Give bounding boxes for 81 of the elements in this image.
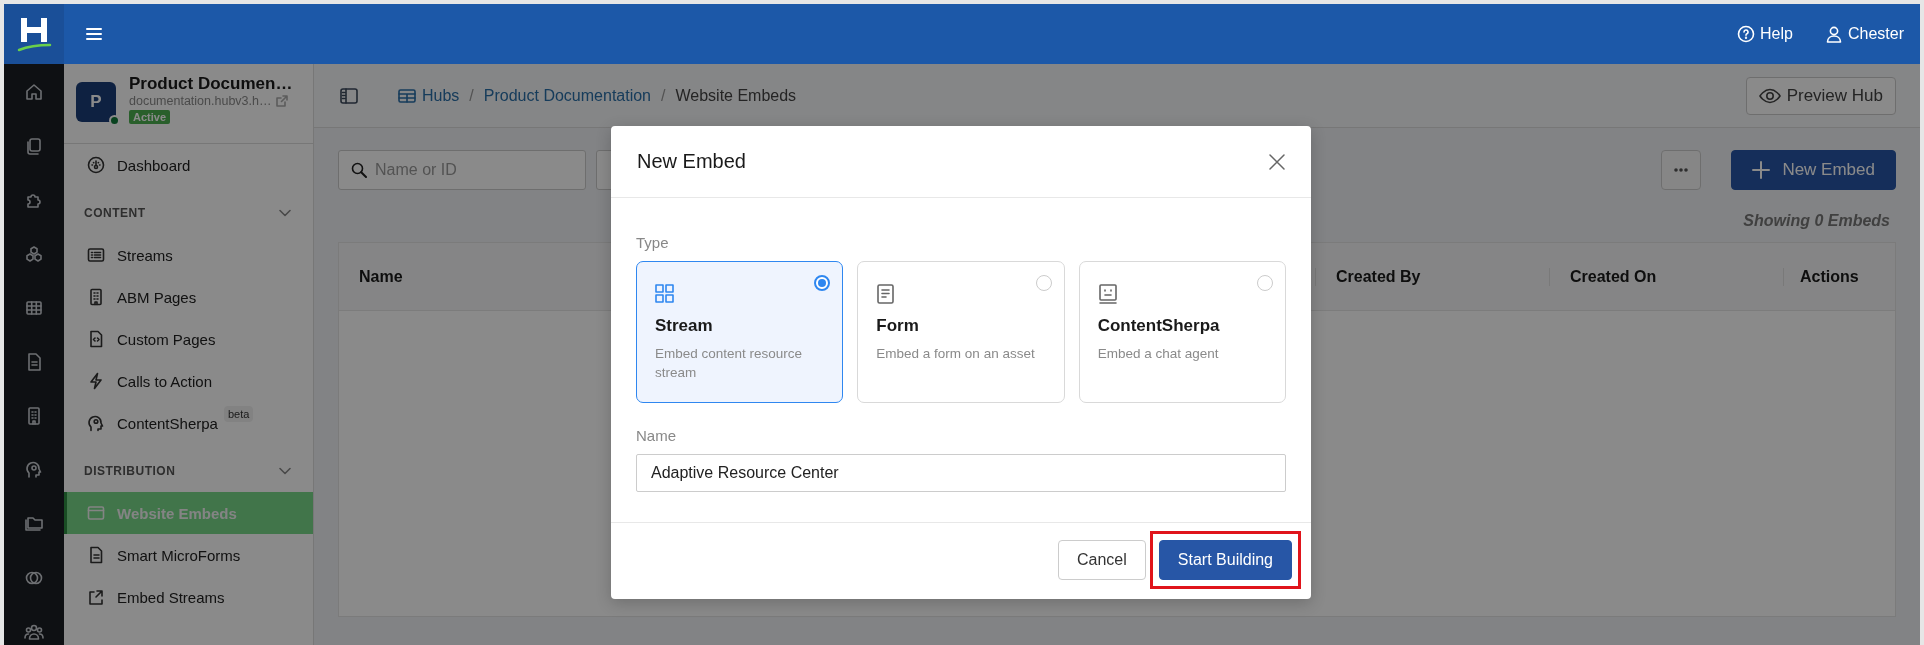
column-header: Name (359, 267, 403, 285)
head-icon (24, 460, 44, 480)
cancel-button[interactable]: Cancel (1058, 540, 1146, 580)
eye-icon (1758, 87, 1781, 104)
modal-title: New Embed (637, 150, 746, 173)
list-icon (87, 246, 105, 264)
grid-icon (655, 284, 675, 304)
preview-hub-button[interactable]: Preview Hub (1745, 76, 1896, 115)
help-link[interactable]: Help (1737, 25, 1793, 43)
building-icon (87, 288, 105, 306)
cubes-icon (24, 244, 44, 264)
option-description: Embed content resource stream (655, 345, 804, 382)
folder-icon (24, 514, 44, 534)
sidebar-item[interactable]: Smart MicroForms (64, 534, 313, 576)
type-option-card[interactable]: Form Embed a form on an asset (857, 261, 1065, 403)
grid-icon (24, 298, 44, 318)
share-icon (87, 588, 105, 606)
plus-icon (1752, 161, 1771, 179)
option-title: ContentSherpa (1097, 316, 1221, 336)
gauge-icon (87, 156, 105, 174)
sidebar-item[interactable]: Embed Streams (64, 576, 313, 618)
name-input[interactable]: Adaptive Resource Center (636, 454, 1286, 492)
collapse-toggle[interactable] (277, 465, 293, 477)
sidebar-icon (340, 87, 358, 104)
ellipsis-icon (1674, 168, 1689, 172)
radio-button[interactable] (814, 275, 831, 291)
type-option-card[interactable]: ContentSherpa Embed a chat agent (1078, 261, 1286, 403)
close-icon (1269, 153, 1285, 170)
start-building-button[interactable]: Start Building (1158, 540, 1292, 580)
column-header: Actions (1800, 267, 1859, 285)
breadcrumb-separator: / (469, 86, 474, 105)
option-description: Embed a chat agent (1097, 345, 1220, 363)
chevron-icon (279, 209, 291, 217)
hub-title: Product Documen… (129, 74, 293, 94)
column-header: Created On (1570, 267, 1657, 285)
field-label: Name (636, 427, 677, 444)
head-gear-icon (87, 414, 105, 432)
radio-button[interactable] (1257, 275, 1273, 291)
lightning-icon (87, 372, 105, 390)
column-header: Created By (1336, 267, 1421, 285)
home-icon (24, 82, 44, 102)
window-icon (87, 504, 105, 522)
sidebar-item[interactable]: Streams (64, 234, 313, 276)
option-title: Stream (655, 316, 714, 336)
sidebar-item[interactable]: Calls to Action (64, 360, 313, 402)
table-icon (398, 88, 416, 103)
user-icon (1824, 25, 1843, 43)
type-option-card[interactable]: Stream Embed content resource stream (636, 261, 844, 403)
option-description: Embed a form on an asset (876, 345, 1036, 363)
hub-avatar: P (76, 82, 116, 122)
beta-badge: beta (223, 406, 254, 422)
search-icon (351, 162, 367, 178)
radio-button[interactable] (1035, 275, 1052, 291)
sidebar-item[interactable]: ABM Pages (64, 276, 313, 318)
collapse-toggle[interactable] (277, 207, 293, 219)
sidebar-item[interactable]: ContentSherpa beta (64, 402, 313, 444)
user-menu[interactable]: Chester (1824, 25, 1904, 43)
help-icon (1737, 25, 1756, 43)
breadcrumb-separator: / (661, 86, 666, 105)
form-icon (876, 284, 897, 304)
breadcrumb-link[interactable]: Product Documentation (483, 86, 651, 105)
breadcrumb-link[interactable]: Hubs (398, 86, 460, 105)
copy-icon (24, 136, 44, 156)
external-link-icon (276, 95, 289, 107)
people-icon (24, 622, 44, 642)
more-button[interactable] (1661, 150, 1702, 190)
section-heading: DISTRIBUTION (84, 464, 176, 478)
chevron-icon (279, 467, 291, 475)
bot-icon (1097, 284, 1118, 304)
result-count: Showing 0 Embeds (1742, 211, 1891, 231)
new-embed-button[interactable]: New Embed (1731, 150, 1896, 190)
document-icon (87, 546, 105, 564)
sidebar-item[interactable]: Dashboard (64, 144, 313, 186)
section-heading: CONTENT (84, 206, 146, 220)
status-badge: Active (129, 110, 171, 124)
option-title: Form (876, 316, 920, 336)
sidebar-item[interactable]: Custom Pages (64, 318, 313, 360)
status-dot (109, 115, 120, 126)
field-label: Type (636, 234, 670, 251)
code-file-icon (87, 330, 105, 348)
menu-icon (85, 26, 103, 42)
